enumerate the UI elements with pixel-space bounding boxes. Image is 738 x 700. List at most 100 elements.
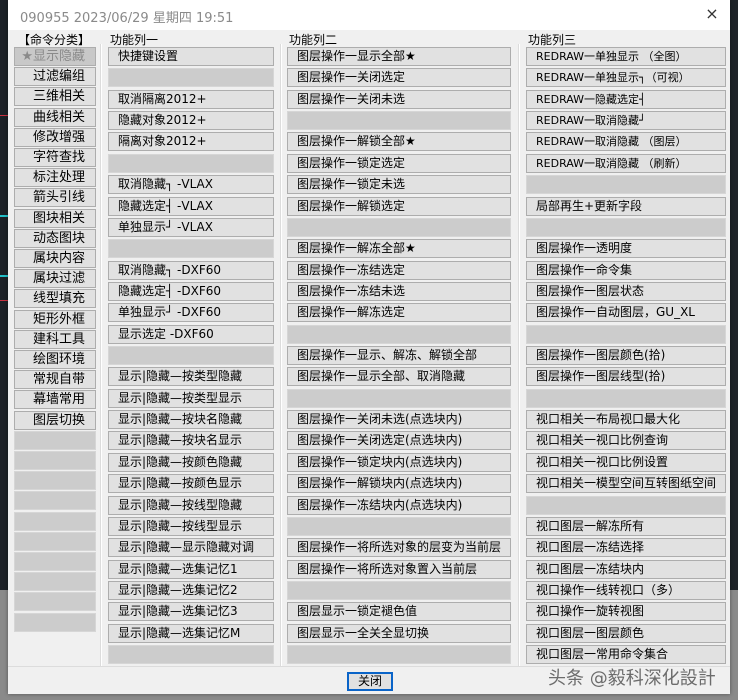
command-button[interactable]: 显示|隐藏—选集记忆3: [108, 602, 274, 622]
category-button[interactable]: 曲线相关: [14, 107, 96, 127]
command-button[interactable]: 图层操作一自动图层，GU_XL: [526, 303, 726, 323]
command-button[interactable]: 图层操作一解锁块内(点选块内): [287, 474, 511, 494]
command-button[interactable]: 单独显示┘ -VLAX: [108, 217, 274, 237]
empty-slot-button[interactable]: [108, 645, 274, 665]
command-button[interactable]: 取消隔离2012+: [108, 89, 274, 109]
empty-slot-button[interactable]: [14, 511, 96, 531]
command-button[interactable]: 取消隐藏┐ -DXF60: [108, 260, 274, 280]
command-button[interactable]: 图层操作一解冻选定: [287, 303, 511, 323]
command-button[interactable]: REDRAW一取消隐藏┘: [526, 111, 726, 131]
command-button[interactable]: 显示|隐藏—选集记忆M: [108, 623, 274, 643]
empty-slot-button[interactable]: [526, 495, 726, 515]
category-button[interactable]: 建科工具: [14, 329, 96, 349]
command-button[interactable]: 图层操作一图层状态: [526, 281, 726, 301]
command-button[interactable]: REDRAW一单独显示┐（可视）: [526, 68, 726, 88]
command-button[interactable]: 图层操作一图层线型(拾): [526, 367, 726, 387]
command-button[interactable]: 图层操作一命令集: [526, 260, 726, 280]
command-button[interactable]: 图层操作一图层颜色(拾): [526, 346, 726, 366]
command-button[interactable]: 图层操作一将所选对象置入当前层: [287, 559, 511, 579]
command-button[interactable]: 图层操作一解锁选定: [287, 196, 511, 216]
category-button[interactable]: 过滤编组: [14, 67, 96, 87]
command-button[interactable]: 图层操作一解冻全部★: [287, 239, 511, 259]
category-button[interactable]: 线型填充: [14, 289, 96, 309]
command-button[interactable]: 显示|隐藏—按类型隐藏: [108, 367, 274, 387]
empty-slot-button[interactable]: [287, 324, 511, 344]
command-button[interactable]: 显示|隐藏—显示隐藏对调: [108, 538, 274, 558]
category-button[interactable]: 字符查找: [14, 148, 96, 167]
command-button[interactable]: 显示|隐藏—按线型隐藏: [108, 495, 274, 515]
command-button[interactable]: 图层操作一关闭选定: [287, 68, 511, 88]
command-button[interactable]: 隐藏对象2012+: [108, 111, 274, 131]
command-button[interactable]: 快捷键设置: [108, 47, 274, 66]
command-button[interactable]: 显示选定 -DXF60: [108, 324, 274, 344]
command-button[interactable]: 显示|隐藏—按类型显示: [108, 388, 274, 408]
empty-slot-button[interactable]: [526, 217, 726, 237]
empty-slot-button[interactable]: [108, 153, 274, 173]
empty-slot-button[interactable]: [14, 592, 96, 612]
empty-slot-button[interactable]: [14, 471, 96, 491]
command-button[interactable]: 视口图层一常用命令集合: [526, 645, 726, 665]
command-button[interactable]: 图层操作一解锁全部★: [287, 132, 511, 152]
command-button[interactable]: 显示|隐藏—选集记忆2: [108, 581, 274, 600]
empty-slot-button[interactable]: [14, 572, 96, 592]
empty-slot-button[interactable]: [14, 531, 96, 551]
empty-slot-button[interactable]: [108, 68, 274, 88]
command-button[interactable]: 显示|隐藏—按颜色显示: [108, 474, 274, 494]
command-button[interactable]: REDRAW一取消隐藏 （刷新）: [526, 153, 726, 173]
command-button[interactable]: 隐藏选定┤ -VLAX: [108, 196, 274, 216]
command-button[interactable]: REDRAW一单独显示 （全图）: [526, 47, 726, 66]
command-button[interactable]: 视口相关一模型空间互转图纸空间: [526, 474, 726, 494]
command-button[interactable]: 图层操作一冻结块内(点选块内): [287, 495, 511, 515]
command-button[interactable]: 视口相关一布局视口最大化: [526, 410, 726, 430]
empty-slot-button[interactable]: [526, 175, 726, 195]
command-button[interactable]: 视口相关一视口比例查询: [526, 431, 726, 451]
command-button[interactable]: 图层操作一冻结未选: [287, 281, 511, 301]
command-button[interactable]: 视口操作一线转视口（多）: [526, 581, 726, 600]
close-button[interactable]: 关闭: [347, 672, 393, 691]
category-button[interactable]: 绘图环境: [14, 350, 96, 369]
empty-slot-button[interactable]: [287, 581, 511, 600]
close-icon[interactable]: ×: [702, 4, 722, 23]
command-button[interactable]: 显示|隐藏—按线型显示: [108, 516, 274, 536]
empty-slot-button[interactable]: [14, 612, 96, 632]
command-button[interactable]: 图层操作一关闭选定(点选块内): [287, 431, 511, 451]
empty-slot-button[interactable]: [14, 451, 96, 470]
category-button[interactable]: 箭头引线: [14, 188, 96, 208]
empty-slot-button[interactable]: [287, 388, 511, 408]
empty-slot-button[interactable]: [287, 217, 511, 237]
empty-slot-button[interactable]: [287, 516, 511, 536]
command-button[interactable]: 图层操作一锁定未选: [287, 175, 511, 195]
command-button[interactable]: 图层操作一显示全部★: [287, 47, 511, 66]
category-button[interactable]: 修改增强: [14, 127, 96, 147]
category-button[interactable]: 幕墙常用: [14, 390, 96, 410]
empty-slot-button[interactable]: [287, 645, 511, 665]
empty-slot-button[interactable]: [14, 430, 96, 450]
command-button[interactable]: 显示|隐藏—选集记忆1: [108, 559, 274, 579]
empty-slot-button[interactable]: [526, 388, 726, 408]
command-button[interactable]: 显示|隐藏—按颜色隐藏: [108, 452, 274, 472]
command-button[interactable]: 视口图层一解冻所有: [526, 516, 726, 536]
command-button[interactable]: 显示|隐藏—按块名显示: [108, 431, 274, 451]
empty-slot-button[interactable]: [14, 552, 96, 571]
category-button[interactable]: 属块过滤: [14, 269, 96, 289]
empty-slot-button[interactable]: [526, 324, 726, 344]
command-button[interactable]: 图层操作一关闭未选(点选块内): [287, 410, 511, 430]
category-button[interactable]: 图层切换: [14, 410, 96, 430]
command-button[interactable]: REDRAW一取消隐藏 （图层）: [526, 132, 726, 152]
command-button[interactable]: 图层显示一全关全显切换: [287, 623, 511, 643]
command-button[interactable]: REDRAW一隐藏选定┤: [526, 89, 726, 109]
category-button[interactable]: 图块相关: [14, 208, 96, 228]
command-button[interactable]: 视口图层一冻结块内: [526, 559, 726, 579]
command-button[interactable]: 图层操作一将所选对象的层变为当前层: [287, 538, 511, 558]
command-button[interactable]: 图层操作一显示全部、取消隐藏: [287, 367, 511, 387]
empty-slot-button[interactable]: [14, 491, 96, 511]
empty-slot-button[interactable]: [108, 239, 274, 259]
command-button[interactable]: 视口操作一旋转视图: [526, 602, 726, 622]
category-button[interactable]: 动态图块: [14, 228, 96, 248]
command-button[interactable]: 视口图层一图层颜色: [526, 623, 726, 643]
command-button[interactable]: 视口图层一冻结选择: [526, 538, 726, 558]
empty-slot-button[interactable]: [108, 346, 274, 366]
command-button[interactable]: 视口相关一视口比例设置: [526, 452, 726, 472]
command-button[interactable]: 局部再生+更新字段: [526, 196, 726, 216]
command-button[interactable]: 取消隐藏┐ -VLAX: [108, 175, 274, 195]
